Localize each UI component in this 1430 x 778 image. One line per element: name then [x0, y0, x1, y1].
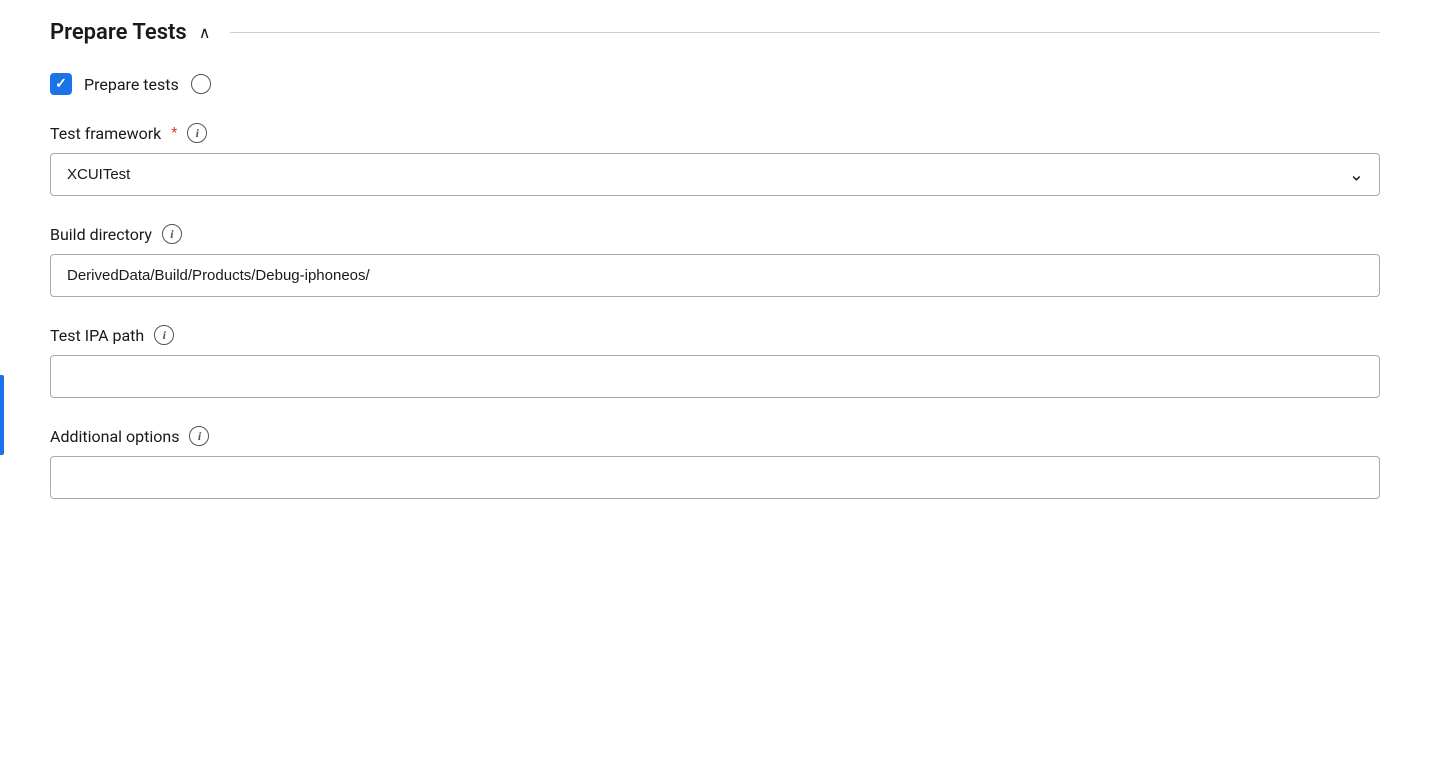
- additional-options-label-row: Additional options i: [50, 426, 1380, 446]
- section-divider: [230, 32, 1380, 33]
- build-directory-label: Build directory: [50, 225, 152, 244]
- prepare-tests-info-icon[interactable]: [191, 74, 211, 94]
- additional-options-field-group: Additional options i: [50, 426, 1380, 499]
- build-directory-label-row: Build directory i: [50, 224, 1380, 244]
- test-framework-info-icon[interactable]: i: [187, 123, 207, 143]
- section-title: Prepare Tests: [50, 20, 187, 45]
- test-ipa-path-field-group: Test IPA path i: [50, 325, 1380, 398]
- test-framework-select[interactable]: XCUITest Other: [50, 153, 1380, 196]
- build-directory-input[interactable]: [50, 254, 1380, 297]
- test-ipa-path-input[interactable]: [50, 355, 1380, 398]
- test-ipa-path-label: Test IPA path: [50, 326, 144, 345]
- prepare-tests-row: ✓ Prepare tests: [50, 73, 1380, 95]
- additional-options-label: Additional options: [50, 427, 179, 446]
- page-container: Prepare Tests ∧ ✓ Prepare tests Test fra…: [0, 0, 1430, 778]
- test-framework-required-star: *: [171, 125, 177, 141]
- test-framework-select-wrapper: XCUITest Other ⌄: [50, 153, 1380, 196]
- collapse-icon[interactable]: ∧: [199, 23, 211, 42]
- test-ipa-path-label-row: Test IPA path i: [50, 325, 1380, 345]
- test-framework-label: Test framework: [50, 124, 161, 143]
- left-accent-border: [0, 375, 4, 455]
- checkbox-check-icon: ✓: [55, 77, 67, 91]
- test-ipa-path-info-icon[interactable]: i: [154, 325, 174, 345]
- additional-options-info-icon[interactable]: i: [189, 426, 209, 446]
- test-framework-field-group: Test framework * i XCUITest Other ⌄: [50, 123, 1380, 196]
- build-directory-field-group: Build directory i: [50, 224, 1380, 297]
- prepare-tests-checkbox[interactable]: ✓: [50, 73, 72, 95]
- test-framework-label-row: Test framework * i: [50, 123, 1380, 143]
- build-directory-info-icon[interactable]: i: [162, 224, 182, 244]
- prepare-tests-label: Prepare tests: [84, 75, 179, 94]
- additional-options-input[interactable]: [50, 456, 1380, 499]
- section-header: Prepare Tests ∧: [50, 20, 1380, 45]
